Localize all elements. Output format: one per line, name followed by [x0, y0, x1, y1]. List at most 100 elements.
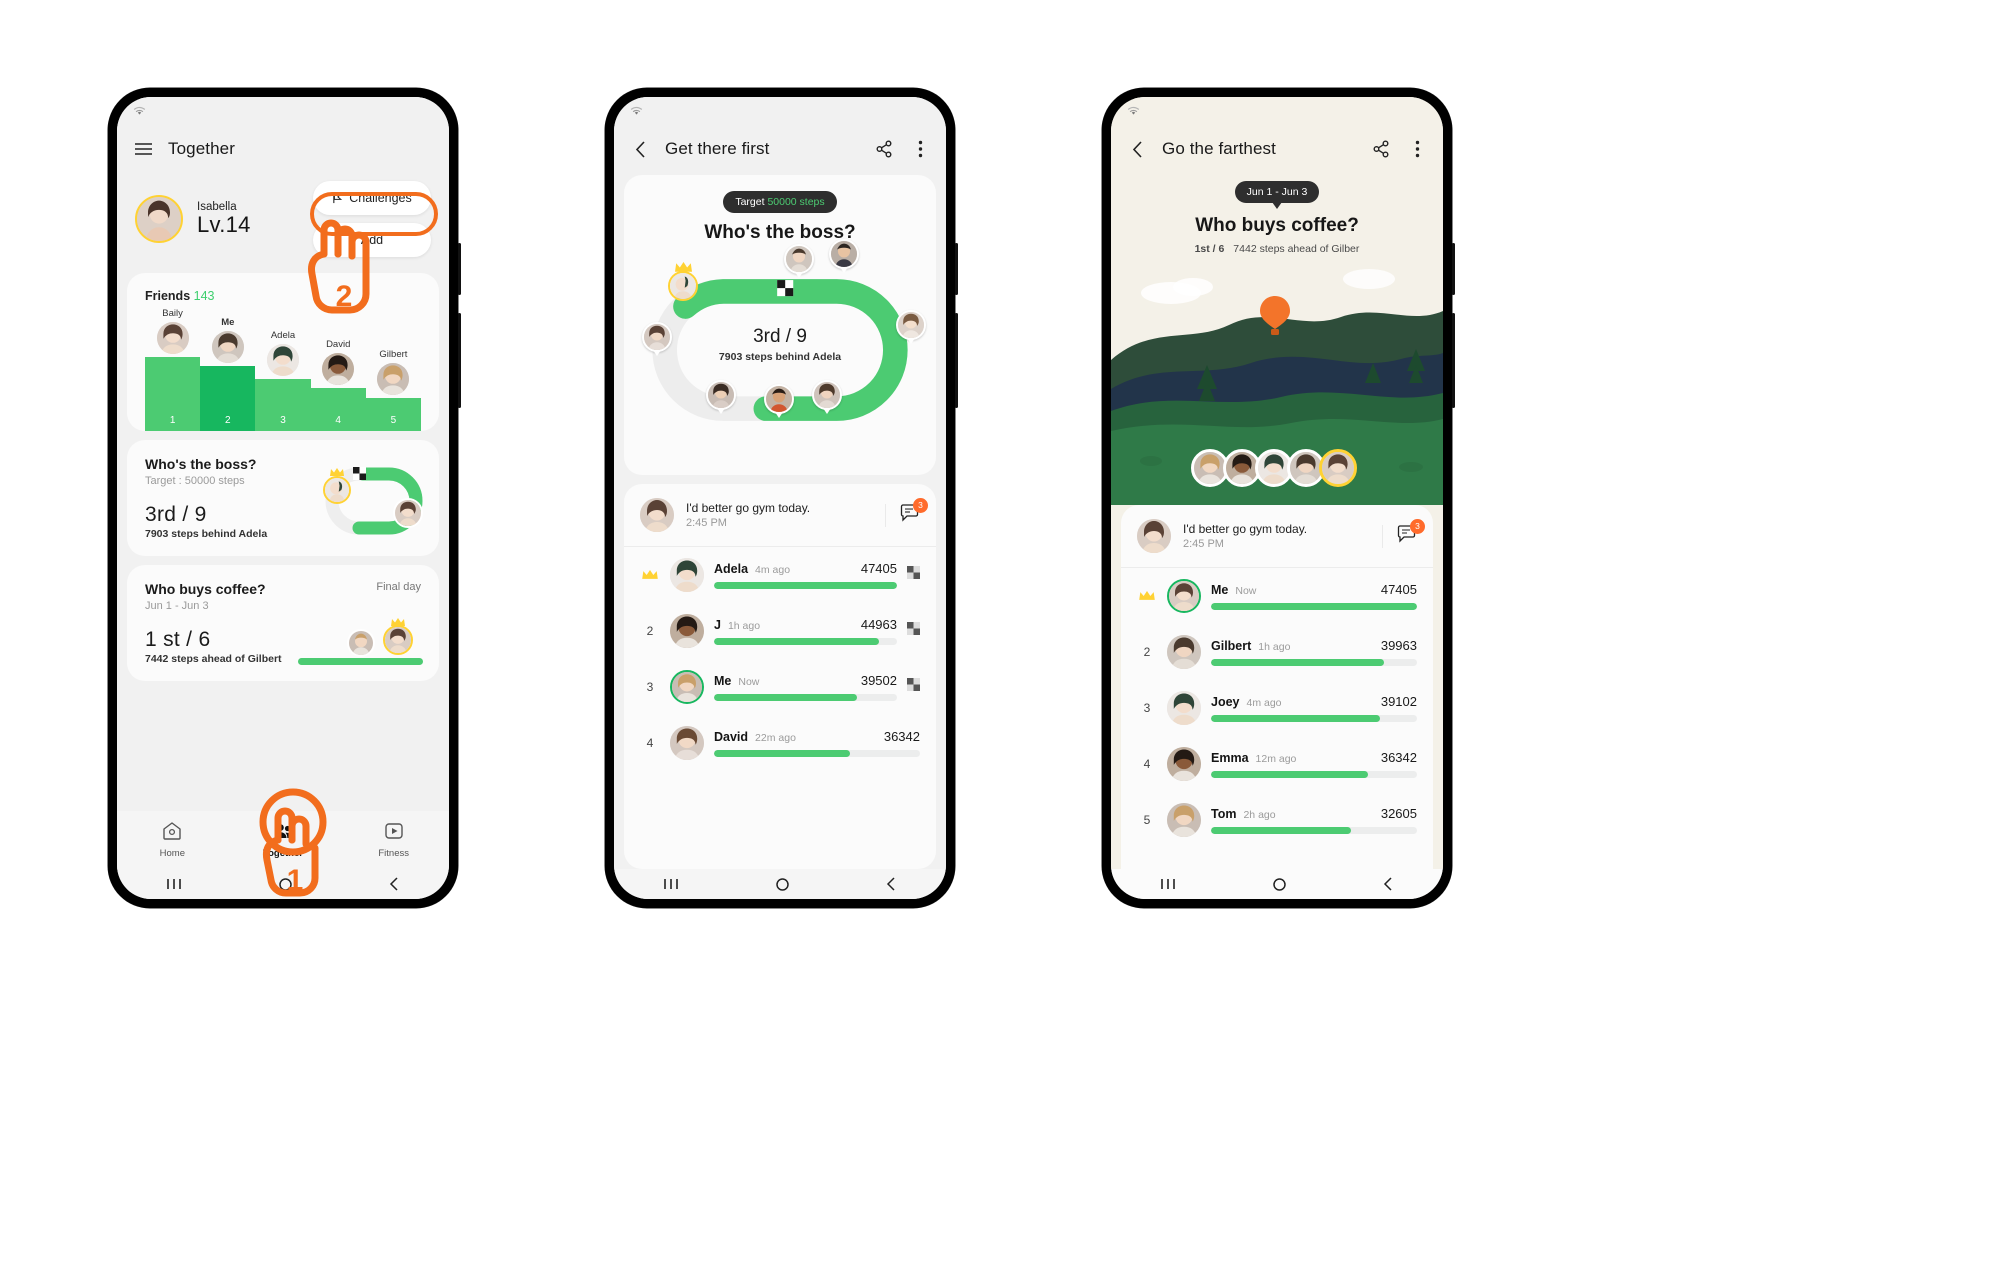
checkered-flag-icon — [907, 622, 920, 635]
share-icon[interactable] — [873, 138, 895, 160]
participant-score: 36342 — [883, 729, 920, 744]
participant-score: 32605 — [1380, 806, 1417, 821]
progress-track — [1211, 659, 1417, 666]
home-circle-icon[interactable] — [1273, 877, 1286, 891]
back-icon[interactable] — [1383, 877, 1394, 891]
bar-rank: 5 — [390, 415, 397, 426]
volume-button[interactable] — [458, 243, 461, 295]
bar-avatar — [211, 331, 244, 363]
bar-column[interactable]: Adela 3 — [255, 330, 311, 431]
participant-name: Adela — [714, 562, 749, 576]
nav-label: Fitness — [378, 848, 409, 859]
gesture-bar — [1111, 869, 1443, 899]
hot-air-balloon-icon — [1260, 296, 1290, 335]
avatar — [1137, 519, 1171, 553]
back-chevron-icon[interactable] — [1126, 138, 1148, 160]
message-text: I'd better go gym today. — [1183, 522, 1308, 536]
avatar — [1167, 579, 1201, 613]
progress-track — [714, 750, 920, 757]
volume-button[interactable] — [955, 243, 958, 295]
comment-icon[interactable]: 3 — [885, 497, 928, 527]
recents-icon[interactable] — [663, 878, 679, 890]
leaderboard-row[interactable]: 3 Me Now 39502 — [624, 659, 936, 715]
runner-pin — [896, 310, 926, 344]
challenge-headline: Who buys coffee? — [1195, 215, 1359, 236]
participant-time: Now — [1235, 585, 1257, 597]
message-time: 2:45 PM — [686, 517, 727, 529]
power-button[interactable] — [1452, 313, 1455, 408]
participant-time: 22m ago — [755, 732, 796, 744]
bar-label: Baily — [162, 308, 183, 319]
phone3-app-bar: Go the farthest — [1111, 123, 1443, 175]
leaderboard-row[interactable]: 4 David 22m ago 36342 — [624, 715, 936, 771]
power-button[interactable] — [458, 313, 461, 408]
rank-delta: 7442 steps ahead of Gilber — [1233, 243, 1360, 255]
challenge-card-boss[interactable]: Who's the boss? Target : 50000 steps 3rd… — [127, 440, 439, 556]
bar-label: David — [326, 339, 351, 350]
row-details: Adela 4m ago 47405 — [714, 561, 897, 589]
avatar-runner-e — [708, 382, 734, 408]
volume-button[interactable] — [1452, 243, 1455, 295]
back-icon[interactable] — [886, 877, 897, 891]
status-bar — [117, 97, 449, 123]
runner-avatar[interactable] — [1319, 449, 1357, 487]
leader-pin — [668, 262, 698, 301]
leaderboard-row[interactable]: 2 Gilbert 1h ago 39963 — [1121, 624, 1433, 680]
date-range-badge: Jun 1 - Jun 3 — [1234, 181, 1320, 209]
overflow-menu-icon[interactable] — [1406, 138, 1428, 160]
leaderboard-row[interactable]: Adela 4m ago 47405 — [624, 547, 936, 603]
finish-flag — [907, 566, 920, 584]
nav-item-fitness[interactable]: Fitness — [338, 821, 449, 859]
rank-number: 2 — [1143, 645, 1151, 659]
phone-device-2: Get there first Target 50000 steps Who's… — [605, 88, 958, 908]
status-message-row[interactable]: I'd better go gym today. 2:45 PM 3 — [624, 484, 936, 547]
page-title: Together — [168, 139, 235, 158]
participant-score: 47405 — [860, 561, 897, 576]
recents-icon[interactable] — [166, 878, 182, 890]
rank-number: 4 — [1143, 757, 1151, 771]
leaderboard-row[interactable]: 3 Joey 4m ago 39102 — [1121, 680, 1433, 736]
challenge-card-coffee[interactable]: Who buys coffee? Jun 1 - Jun 3 Final day… — [127, 565, 439, 681]
bar-column[interactable]: David 4 — [310, 339, 366, 431]
status-message-row[interactable]: I'd better go gym today. 2:45 PM 3 — [1121, 505, 1433, 568]
phone1-app-bar: Together — [117, 123, 449, 175]
overflow-menu-icon[interactable] — [909, 138, 931, 160]
checkered-flag-icon — [907, 566, 920, 579]
avatar-runner-g — [814, 382, 840, 408]
comment-icon[interactable]: 3 — [1382, 518, 1425, 548]
home-icon — [162, 821, 182, 844]
leaderboard-row[interactable]: 4 Emma 12m ago 36342 — [1121, 736, 1433, 792]
leaderboard-list: Me Now 47405 2 Gilbert 1h ago 39963 3 Joey 4m ago… — [1121, 568, 1433, 848]
track-delta: 7903 steps behind Adela — [718, 351, 842, 363]
crown-icon — [1139, 591, 1155, 600]
leaderboard-card: I'd better go gym today. 2:45 PM 3 Adela… — [624, 484, 936, 869]
row-details: Joey 4m ago 39102 — [1211, 694, 1417, 722]
leaderboard-row[interactable]: 2 J 1h ago 44963 — [624, 603, 936, 659]
rank-indicator: 2 — [1137, 645, 1157, 659]
back-chevron-icon[interactable] — [629, 138, 651, 160]
leaderboard-row[interactable]: Me Now 47405 — [1121, 568, 1433, 624]
profile-level: Lv.14 — [197, 211, 251, 237]
checkered-flag-icon — [907, 678, 920, 691]
pointing-hand-1-icon: 1 — [259, 788, 327, 897]
participant-name: Gilbert — [1211, 639, 1252, 653]
back-icon[interactable] — [389, 877, 400, 891]
progress-track — [714, 694, 897, 701]
avatar[interactable] — [135, 195, 183, 243]
bar-column[interactable]: Baily 1 — [145, 308, 201, 431]
nav-item-home[interactable]: Home — [117, 821, 228, 859]
fitness-icon — [384, 821, 404, 844]
leaderboard-row[interactable]: 5 Tom 2h ago 32605 — [1121, 792, 1433, 848]
rank-indicator: 3 — [1137, 701, 1157, 715]
pointing-hand-2-icon: 2 — [308, 219, 370, 314]
runner-pin — [812, 380, 842, 414]
share-icon[interactable] — [1370, 138, 1392, 160]
hamburger-menu-icon[interactable] — [132, 138, 154, 160]
recents-icon[interactable] — [1160, 878, 1176, 890]
power-button[interactable] — [955, 313, 958, 408]
finish-flag — [907, 622, 920, 640]
bar-column[interactable]: Gilbert 5 — [365, 349, 422, 431]
bar-column[interactable]: Me 2 — [200, 317, 256, 431]
home-circle-icon[interactable] — [776, 877, 789, 891]
progress-bar — [714, 750, 850, 757]
